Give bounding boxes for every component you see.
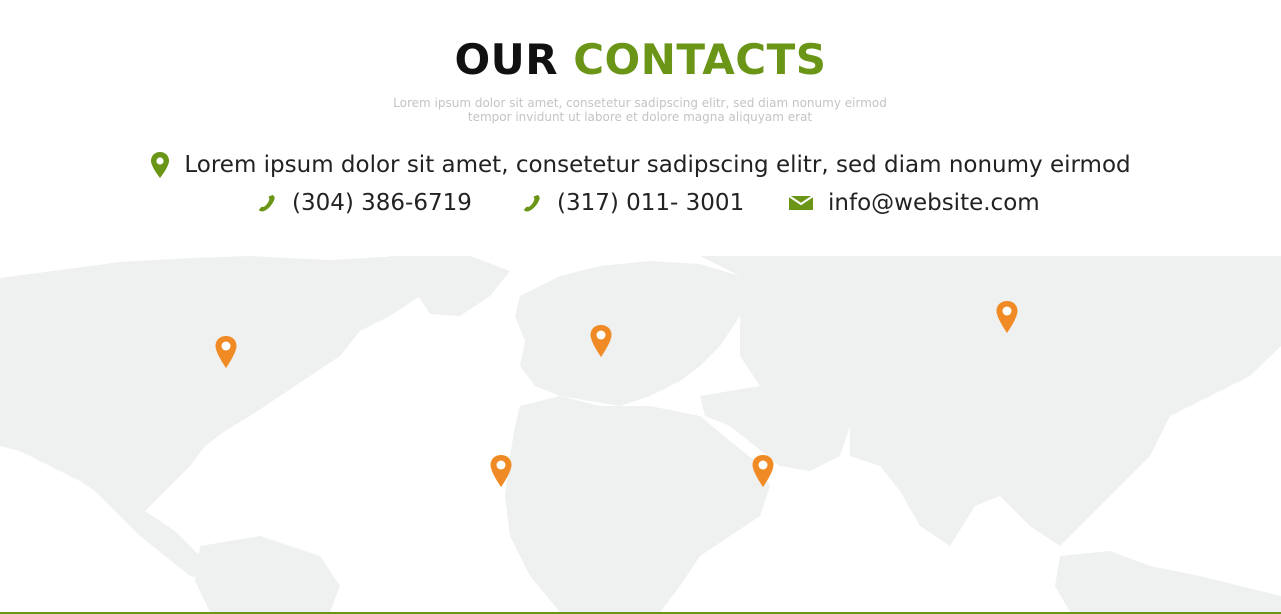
phone-1[interactable]: (304) 386-6719 [256, 187, 472, 219]
map-marker-asia[interactable] [995, 300, 1019, 334]
map-marker-west-africa[interactable] [489, 454, 513, 488]
phone-icon [256, 192, 278, 214]
contact-details-row: (304) 386-6719 (317) 011- 3001 info@webs… [0, 187, 1281, 219]
phone-icon [521, 192, 543, 214]
subtitle-line-2: tempor invidunt ut labore et dolore magn… [467, 110, 813, 124]
subtitle-line-1: Lorem ipsum dolor sit amet, consetetur s… [393, 96, 887, 110]
location-pin-icon [150, 151, 170, 179]
world-map [0, 256, 1281, 612]
map-marker-middle-east[interactable] [751, 454, 775, 488]
phone-2[interactable]: (317) 011- 3001 [521, 187, 744, 219]
contacts-page: OUR CONTACTS Lorem ipsum dolor sit amet,… [0, 0, 1281, 614]
page-title: OUR CONTACTS [0, 34, 1281, 86]
email-text: info@website.com [828, 190, 1040, 216]
phone-2-text: (317) 011- 3001 [557, 190, 745, 216]
map-marker-north-america[interactable] [214, 335, 238, 369]
envelope-icon [788, 194, 814, 212]
address-row: Lorem ipsum dolor sit amet, consetetur s… [0, 151, 1281, 179]
title-word-contacts: CONTACTS [573, 35, 827, 84]
title-word-our: OUR [454, 35, 559, 84]
subtitle: Lorem ipsum dolor sit amet, consetetur s… [340, 96, 940, 124]
map-marker-europe[interactable] [589, 324, 613, 358]
phone-1-text: (304) 386-6719 [292, 190, 472, 216]
address-text: Lorem ipsum dolor sit amet, consetetur s… [184, 152, 1131, 178]
email[interactable]: info@website.com [788, 187, 1040, 219]
